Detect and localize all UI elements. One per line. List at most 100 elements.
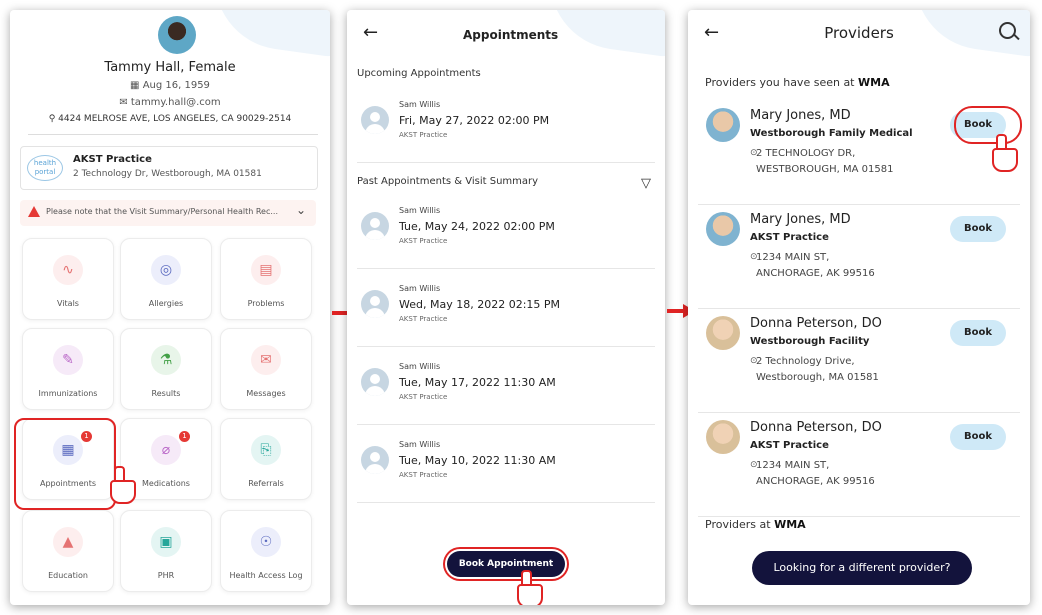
address-line-1: 2 TECHNOLOGY DR, — [756, 148, 856, 159]
tile-referrals[interactable]: ⎘ Referrals — [220, 418, 312, 500]
address-line-2: Westborough, MA 01581 — [756, 372, 879, 383]
notice-banner[interactable]: Please note that the Visit Summary/Perso… — [20, 200, 316, 226]
tile-label: Messages — [246, 389, 286, 398]
provider-avatar-icon — [361, 446, 389, 474]
appointment-datetime: Tue, May 17, 2022 11:30 AM — [399, 376, 556, 389]
page-title: Appointments — [463, 28, 559, 42]
appointment-datetime: Wed, May 18, 2022 02:15 PM — [399, 298, 561, 311]
appointment-row[interactable]: Sam Willis Tue, May 24, 2022 02:00 PM AKST… — [357, 196, 655, 269]
patient-name: Tammy Hall, Female — [104, 60, 236, 75]
provider-facility: Westborough Facility — [750, 336, 870, 347]
tile-label: Education — [48, 571, 88, 580]
provider-avatar-icon — [361, 290, 389, 318]
provider-avatar-icon — [361, 212, 389, 240]
provider-address: 2 Technology Drive, Westborough, MA 01581 — [756, 354, 879, 386]
tile-label: Health Access Log — [229, 571, 303, 580]
seen-prefix: Providers you have seen at — [705, 76, 858, 89]
address-line-2: ANCHORAGE, AK 99516 — [756, 476, 875, 487]
provider-address: 1234 MAIN ST, ANCHORAGE, AK 99516 — [756, 458, 875, 490]
book-button[interactable]: Book — [950, 424, 1006, 450]
notification-badge: 1 — [179, 431, 190, 442]
appointment-datetime: Fri, May 27, 2022 02:00 PM — [399, 114, 550, 127]
address-line-2: ANCHORAGE, AK 99516 — [756, 268, 875, 279]
provider-facility: Westborough Family Medical — [750, 128, 913, 139]
practice-address: 2 Technology Dr, Westborough, MA 01581 — [73, 169, 262, 179]
appointment-row[interactable]: Sam Willis Tue, May 10, 2022 11:30 AM AKST… — [357, 430, 655, 503]
hand-palm — [992, 148, 1018, 172]
patient-avatar — [158, 16, 196, 54]
appointment-provider: Sam Willis — [399, 206, 441, 215]
provider-photo — [706, 420, 740, 454]
pointer-hand-icon — [513, 570, 543, 605]
provider-row[interactable]: Mary Jones, MD AKST Practice ⊙ 1234 MAIN ST… — [698, 204, 1020, 309]
envelope-icon: ✉ — [251, 345, 281, 375]
page-title: Providers — [824, 24, 894, 42]
patient-dob: ▦ Aug 16, 1959 — [10, 80, 330, 91]
background-shape — [205, 10, 330, 61]
tile-results[interactable]: ⚗ Results — [120, 328, 212, 410]
appointment-location: AKST Practice — [399, 131, 448, 139]
email-text: tammy.hall@.com — [130, 97, 221, 108]
address-line-1: 1234 MAIN ST, — [756, 460, 830, 471]
pointer-hand-icon — [988, 134, 1018, 172]
appointment-datetime: Tue, May 10, 2022 11:30 AM — [399, 454, 556, 467]
appointment-location: AKST Practice — [399, 315, 448, 323]
book-appointment-button[interactable]: Book Appointment — [447, 551, 565, 577]
calendar-icon: ▦ — [130, 80, 143, 91]
location-pin-icon: ⚲ — [48, 114, 59, 124]
tile-education[interactable]: ▲ Education — [22, 510, 114, 592]
warning-icon — [28, 206, 40, 217]
home-screen: Tammy Hall, Female ▦ Aug 16, 1959 ✉ tamm… — [10, 10, 330, 605]
tile-messages[interactable]: ✉ Messages — [220, 328, 312, 410]
tile-health-access-log[interactable]: ☉ Health Access Log — [220, 510, 312, 592]
book-button[interactable]: Book — [950, 216, 1006, 242]
practice-name: AKST Practice — [73, 154, 152, 165]
tile-label: Results — [151, 389, 181, 398]
practice-card[interactable]: health portal AKST Practice 2 Technology… — [20, 146, 318, 190]
providers-screen: ← Providers Providers you have seen at W… — [688, 10, 1030, 605]
tile-label: Allergies — [148, 299, 184, 308]
tile-vitals[interactable]: ∿ Vitals — [22, 238, 114, 320]
phr-icon: ▣ — [151, 527, 181, 557]
divider — [28, 134, 318, 135]
appointment-location: AKST Practice — [399, 471, 448, 479]
tile-allergies[interactable]: ◎ Allergies — [120, 238, 212, 320]
filter-icon[interactable]: ▽ — [641, 176, 651, 191]
appointment-location: AKST Practice — [399, 393, 448, 401]
chevron-down-icon[interactable]: ⌄ — [296, 203, 306, 217]
appointment-row[interactable]: Sam Willis Wed, May 18, 2022 02:15 PM AKST… — [357, 274, 655, 347]
provider-facility: AKST Practice — [750, 232, 829, 243]
provider-photo — [706, 316, 740, 350]
provider-row[interactable]: Donna Peterson, DO Westborough Facility ⊙ 2… — [698, 308, 1020, 413]
provider-name: Mary Jones, MD — [750, 212, 851, 227]
tile-label: Immunizations — [38, 389, 98, 398]
appointments-screen: ← Appointments Upcoming Appointments Sam… — [347, 10, 665, 605]
provider-facility: AKST Practice — [750, 440, 829, 451]
patient-address: ⚲ 4424 MELROSE AVE, LOS ANGELES, CA 9002… — [10, 114, 330, 124]
address-text: 4424 MELROSE AVE, LOS ANGELES, CA 90029-… — [58, 114, 292, 124]
book-button[interactable]: Book — [950, 320, 1006, 346]
provider-address: 1234 MAIN ST, ANCHORAGE, AK 99516 — [756, 250, 875, 282]
back-arrow-icon[interactable]: ← — [363, 22, 378, 43]
hand-palm — [110, 480, 136, 504]
all-providers-header: Providers at WMA — [705, 518, 806, 531]
tile-problems[interactable]: ▤ Problems — [220, 238, 312, 320]
dob-text: Aug 16, 1959 — [142, 80, 210, 91]
appointment-row[interactable]: Sam Willis Tue, May 17, 2022 11:30 AM AKST… — [357, 352, 655, 425]
background-shape — [540, 10, 665, 61]
appointments-highlight — [14, 418, 116, 510]
tile-immunizations[interactable]: ✎ Immunizations — [22, 328, 114, 410]
search-icon[interactable] — [999, 22, 1016, 39]
tile-phr[interactable]: ▣ PHR — [120, 510, 212, 592]
provider-row[interactable]: Donna Peterson, DO AKST Practice ⊙ 1234 MAI… — [698, 412, 1020, 517]
provider-photo — [706, 212, 740, 246]
different-provider-button[interactable]: Looking for a different provider? — [752, 551, 972, 585]
allergies-icon: ◎ — [151, 255, 181, 285]
referral-icon: ⎘ — [251, 435, 281, 465]
address-line-1: 2 Technology Drive, — [756, 356, 855, 367]
appointment-row[interactable]: Sam Willis Fri, May 27, 2022 02:00 PM AKST… — [357, 90, 655, 163]
provider-address: 2 TECHNOLOGY DR, WESTBOROUGH, MA 01581 — [756, 146, 893, 178]
graduation-cap-icon: ▲ — [53, 527, 83, 557]
pill-icon: ⌀ — [151, 435, 181, 465]
provider-name: Mary Jones, MD — [750, 108, 851, 123]
